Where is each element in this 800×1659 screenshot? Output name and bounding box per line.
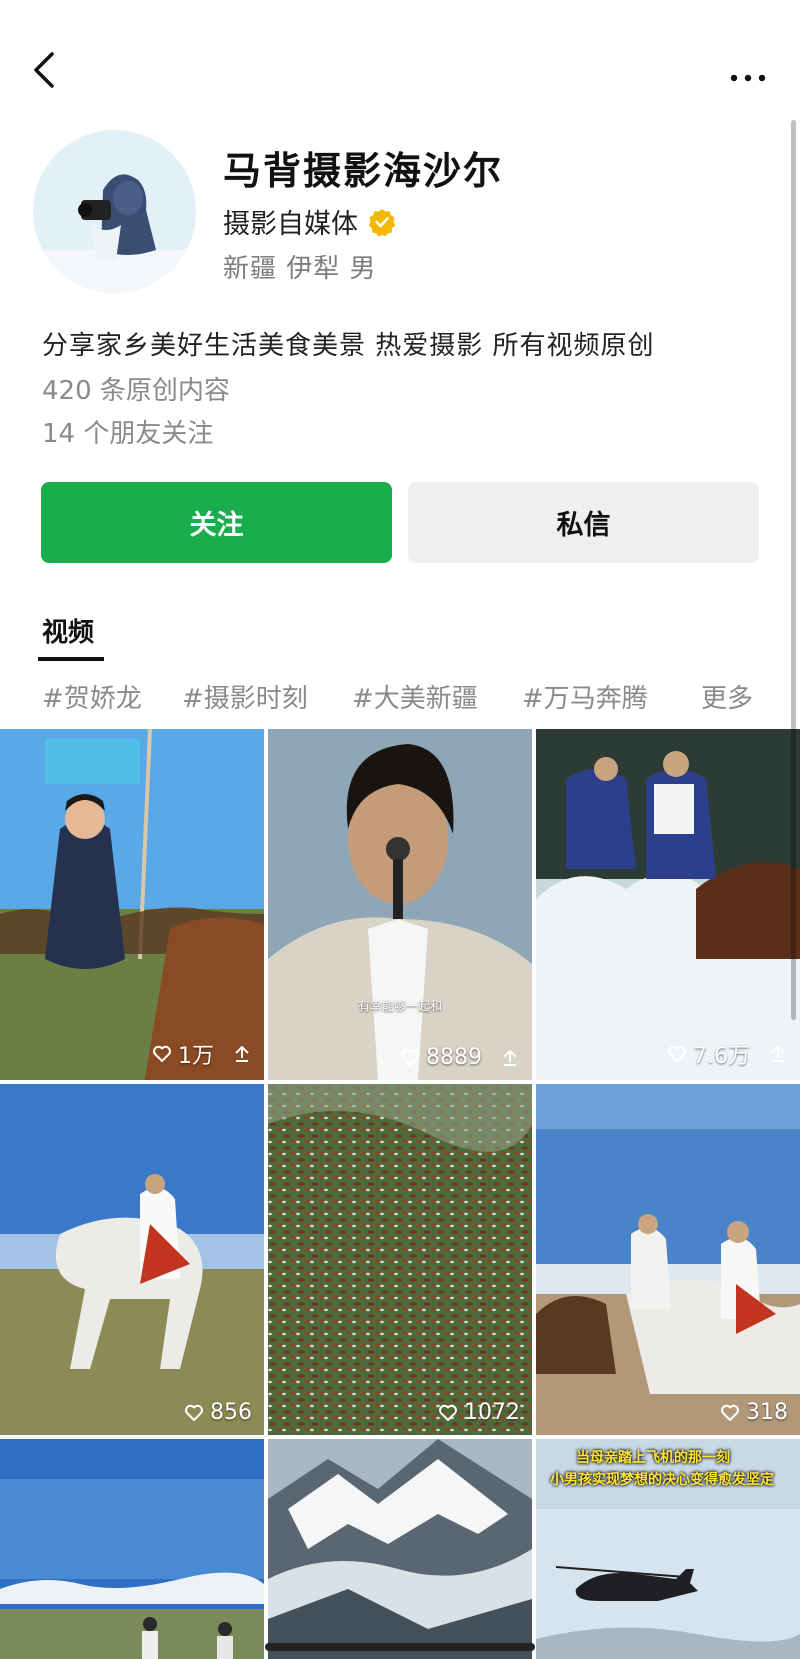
profile-location: 新疆 伊犁 男	[223, 254, 377, 284]
video-thumbnail[interactable]: 1072	[268, 1084, 532, 1435]
like-count: 1072	[464, 1400, 520, 1425]
share-icon[interactable]	[232, 1044, 252, 1064]
topic-tags: #贺娇龙 #摄影时刻 #大美新疆 #万马奔腾 更多	[42, 678, 782, 718]
share-icon[interactable]	[500, 1048, 520, 1068]
friends-following-count[interactable]: 14 个朋友关注	[42, 413, 213, 450]
tag-item[interactable]: #摄影时刻	[182, 678, 308, 715]
video-stats: 856	[184, 1400, 252, 1425]
active-tab-indicator	[38, 657, 104, 661]
verified-badge-icon	[368, 208, 396, 236]
video-caption-line: 当母亲踏上飞机的那一刻	[576, 1450, 730, 1466]
avatar[interactable]	[33, 130, 196, 293]
scrollbar[interactable]	[791, 120, 796, 1020]
more-tags-button[interactable]: 更多	[701, 678, 753, 715]
tag-item[interactable]: #万马奔腾	[522, 678, 648, 715]
video-thumbnail[interactable]	[268, 1439, 532, 1659]
video-grid: 1万 有幸能够一起和 8889 7.6万 856 1072 318 当母亲踏上飞…	[0, 729, 800, 1659]
tag-item[interactable]: #贺娇龙	[42, 678, 142, 715]
video-caption: 有幸能够一起和	[358, 999, 443, 1013]
heart-icon	[185, 1404, 203, 1421]
home-indicator	[265, 1643, 535, 1651]
like-count: 8889	[426, 1045, 482, 1070]
video-caption-line: 小男孩实现梦想的决心变得愈发坚定	[550, 1472, 774, 1488]
follow-button[interactable]: 关注	[41, 482, 392, 563]
tag-item[interactable]: #大美新疆	[352, 678, 478, 715]
heart-icon	[153, 1045, 171, 1062]
profile-name: 马背摄影海沙尔	[223, 149, 504, 193]
video-thumbnail[interactable]: 7.6万	[536, 729, 800, 1080]
video-thumbnail[interactable]: 当母亲踏上飞机的那一刻 小男孩实现梦想的决心变得愈发坚定	[536, 1439, 800, 1659]
heart-icon	[721, 1404, 739, 1421]
chevron-left-icon	[34, 52, 54, 88]
like-count: 1万	[178, 1044, 214, 1069]
back-button[interactable]	[28, 48, 64, 92]
heart-icon	[439, 1404, 457, 1421]
profile-role: 摄影自媒体	[223, 209, 358, 240]
video-stats: 7.6万	[667, 1038, 788, 1070]
video-thumbnail[interactable]	[0, 1439, 264, 1659]
heart-icon	[668, 1045, 686, 1062]
video-thumbnail[interactable]: 1万	[0, 729, 264, 1080]
like-count: 318	[746, 1400, 788, 1425]
tab-videos[interactable]: 视频	[42, 612, 94, 649]
share-icon[interactable]	[768, 1044, 788, 1064]
role-row: 摄影自媒体	[223, 202, 396, 241]
video-stats: 1072	[438, 1400, 520, 1425]
more-dots-icon	[730, 74, 766, 82]
like-count: 7.6万	[693, 1044, 750, 1069]
video-stats: 318	[720, 1400, 788, 1425]
more-button[interactable]	[728, 50, 768, 90]
video-thumbnail[interactable]: 318	[536, 1084, 800, 1435]
profile-bio: 分享家乡美好生活美食美景 热爱摄影 所有视频原创	[42, 331, 655, 361]
top-bar	[0, 40, 800, 100]
profile-header: 马背摄影海沙尔 摄影自媒体 新疆 伊犁 男	[33, 130, 773, 295]
like-count: 856	[210, 1400, 252, 1425]
message-button[interactable]: 私信	[408, 482, 759, 563]
video-thumbnail[interactable]: 有幸能够一起和 8889	[268, 729, 532, 1080]
video-stats: 8889	[400, 1045, 520, 1070]
original-content-count[interactable]: 420 条原创内容	[42, 370, 230, 407]
video-stats: 1万	[152, 1038, 252, 1070]
heart-icon	[401, 1049, 419, 1066]
video-thumbnail[interactable]: 856	[0, 1084, 264, 1435]
